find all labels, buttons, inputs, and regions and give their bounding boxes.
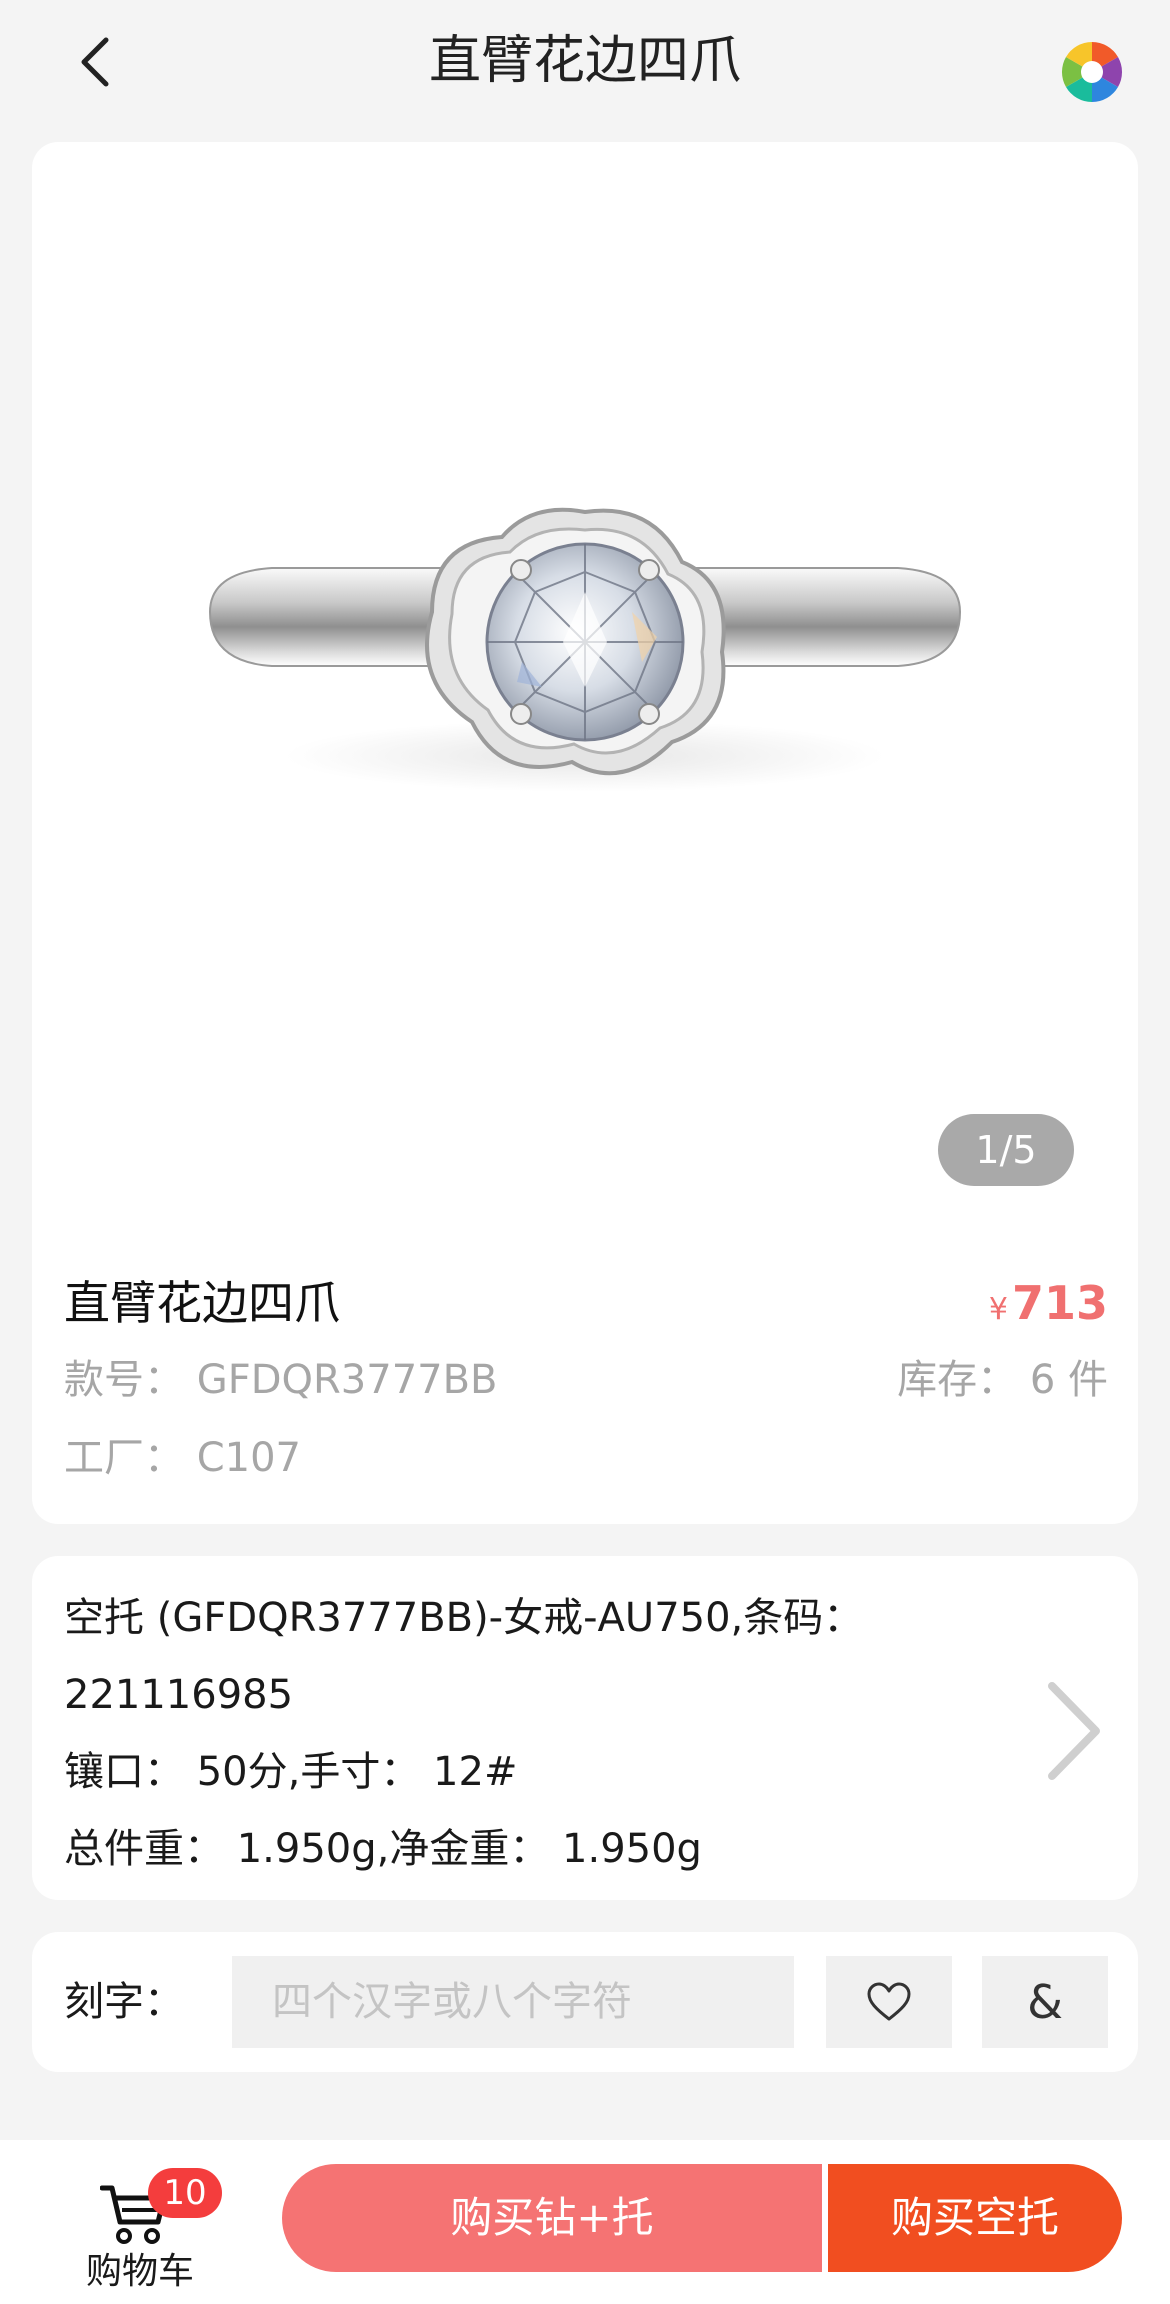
top-nav-bar: 直臂花边四爪 (0, 0, 1170, 130)
product-image-gallery[interactable]: 1/5 (32, 142, 1138, 1252)
cart-button[interactable]: 10 购物车 (70, 2168, 222, 2292)
chevron-right-icon[interactable] (1034, 1676, 1114, 1786)
factory-code: 工厂： C107 (64, 1435, 301, 1481)
engrave-input[interactable] (232, 1956, 794, 2048)
spec-line: 空托 (GFDQR3777BB)-女戒-AU750,条码： (64, 1595, 864, 1641)
spec-details: 空托 (GFDQR3777BB)-女戒-AU750,条码： 221116985 … (64, 1580, 964, 1888)
insert-heart-button[interactable] (826, 1956, 952, 2048)
bottom-action-bar: 10 购物车 购买钻+托 购买空托 (0, 2140, 1170, 2304)
spec-line: 总件重： 1.950g,净金重： 1.950g (64, 1826, 702, 1872)
engrave-card: 刻字： & (32, 1932, 1138, 2072)
stock-count: 库存： 6 件 (897, 1357, 1108, 1403)
product-name: 直臂花边四爪 (64, 1276, 340, 1330)
insert-ampersand-button[interactable]: & (982, 1956, 1108, 2048)
image-page-indicator: 1/5 (938, 1114, 1074, 1186)
engrave-label: 刻字： (64, 1979, 184, 2025)
spec-line: 镶口： 50分,手寸： 12# (64, 1749, 518, 1795)
buy-diamond-and-setting-button[interactable]: 购买钻+托 (282, 2164, 822, 2272)
buy-setting-only-button[interactable]: 购买空托 (828, 2164, 1122, 2272)
app-logo-icon[interactable] (1060, 40, 1124, 104)
ring-image (208, 507, 962, 792)
currency-symbol: ¥ (988, 1292, 1008, 1327)
style-number: 款号： GFDQR3777BB (64, 1357, 498, 1403)
cart-label: 购物车 (85, 2251, 194, 2292)
page-title: 直臂花边四爪 (428, 31, 741, 91)
price-value: 713 (1011, 1276, 1108, 1330)
heart-icon (867, 1982, 911, 2021)
cart-count-badge: 10 (148, 2168, 222, 2218)
spec-card[interactable]: 空托 (GFDQR3777BB)-女戒-AU750,条码： 221116985 … (32, 1556, 1138, 1900)
product-price: ¥713 (989, 1272, 1108, 1341)
spec-line: 221116985 (64, 1672, 294, 1718)
product-card: 1/5 直臂花边四爪 ¥713 款号： GFDQR3777BB 库存： 6 件 … (32, 142, 1138, 1524)
